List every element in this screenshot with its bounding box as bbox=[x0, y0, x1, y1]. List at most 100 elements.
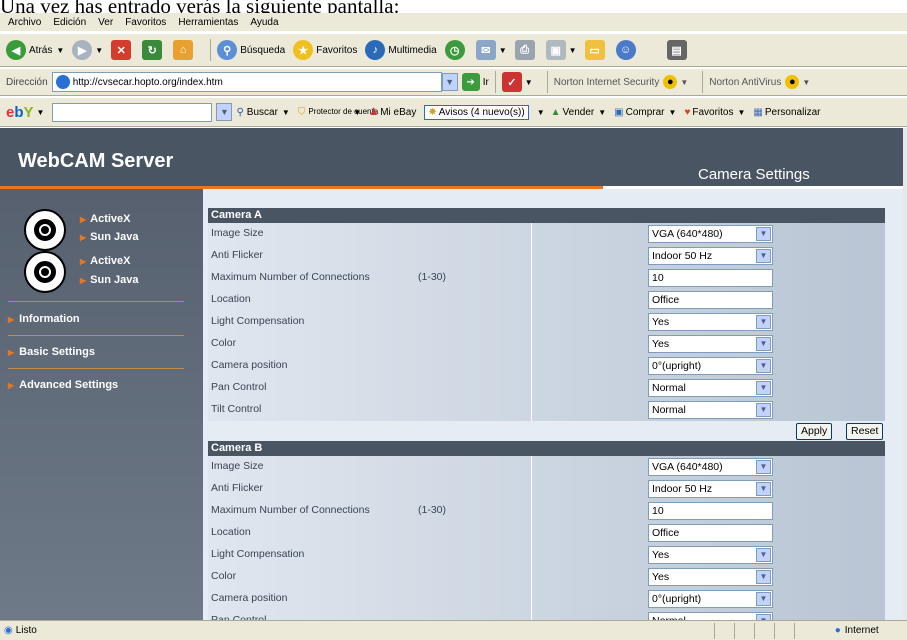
refresh-button[interactable]: ↻ bbox=[142, 40, 165, 60]
chevron-down-icon[interactable]: ▼ bbox=[756, 403, 771, 417]
setting-select[interactable]: Yes ▼ bbox=[648, 335, 773, 353]
protector-button[interactable]: ⛉ Protector de cuenta ▼ bbox=[298, 107, 378, 118]
setting-value: 10 bbox=[652, 272, 664, 284]
setting-select[interactable]: 0°(upright) ▼ bbox=[648, 357, 773, 375]
print-button[interactable]: ⎙ bbox=[514, 40, 538, 60]
chevron-down-icon[interactable]: ▼ bbox=[756, 315, 771, 329]
personalizar-button[interactable]: ▦ Personalizar bbox=[753, 107, 820, 118]
setting-label: Color bbox=[211, 337, 237, 349]
menu-bar: Archivo Edición Ver Favoritos Herramient… bbox=[0, 13, 907, 32]
multimedia-button[interactable]: ♪ Multimedia bbox=[365, 40, 437, 60]
go-arrow-icon: ➔ bbox=[461, 73, 480, 91]
menu-ver[interactable]: Ver bbox=[98, 17, 113, 28]
setting-select[interactable]: Yes ▼ bbox=[648, 568, 773, 586]
setting-label: Location bbox=[211, 293, 251, 305]
sidebar-item-basic-settings[interactable]: ▶ Basic Settings bbox=[8, 346, 95, 358]
back-button[interactable]: ◀ Atrás ▼ bbox=[6, 40, 64, 60]
forward-arrow-icon: ▶ bbox=[72, 40, 93, 60]
setting-select[interactable]: Normal ▼ bbox=[648, 379, 773, 397]
setting-input[interactable]: Office bbox=[648, 524, 773, 542]
setting-input[interactable]: 10 bbox=[648, 502, 773, 520]
chevron-down-icon[interactable]: ▼ bbox=[756, 249, 771, 263]
ebay-search-input[interactable] bbox=[52, 102, 213, 122]
settings-row: Tilt Control Normal ▼ bbox=[208, 399, 885, 421]
edit-button[interactable]: ▣ ▼ bbox=[545, 40, 577, 60]
setting-label: Anti Flicker bbox=[211, 249, 263, 261]
setting-label: Image Size bbox=[211, 227, 264, 239]
menu-ayuda[interactable]: Ayuda bbox=[250, 17, 278, 28]
chevron-down-icon[interactable]: ▼ bbox=[756, 460, 771, 474]
setting-select[interactable]: Normal ▼ bbox=[648, 401, 773, 419]
chevron-down-icon[interactable]: ▼ bbox=[756, 359, 771, 373]
norton-internet-security[interactable]: Norton Internet Security ● ▼ bbox=[554, 75, 688, 89]
avisos-button[interactable]: ✸ Avisos (4 nuevo(s)) bbox=[424, 104, 529, 120]
address-input[interactable]: http://cvsecar.hopto.org/index.htm bbox=[51, 72, 442, 92]
apply-button[interactable]: Apply bbox=[796, 423, 833, 440]
setting-select[interactable]: VGA (640*480) ▼ bbox=[648, 458, 773, 476]
camera2-sunjava-link[interactable]: ▶ Sun Java bbox=[80, 274, 138, 286]
sidebar-item-information[interactable]: ▶ Information bbox=[8, 313, 80, 325]
reset-button[interactable]: Reset bbox=[846, 423, 884, 440]
forward-button[interactable]: ▶ ▼ bbox=[72, 40, 103, 60]
settings-row: Color Yes ▼ bbox=[208, 333, 885, 355]
ebay-search-dropdown[interactable]: ▼ bbox=[216, 103, 233, 121]
chevron-down-icon[interactable]: ▼ bbox=[756, 337, 771, 351]
history-button[interactable]: ◷ bbox=[444, 40, 468, 60]
folder-button[interactable]: ▭ bbox=[584, 40, 608, 60]
setting-select[interactable]: Yes ▼ bbox=[648, 313, 773, 331]
status-bar: ◉ Listo ● Internet bbox=[0, 620, 907, 640]
search-button[interactable]: ⚲ Búsqueda bbox=[217, 40, 285, 60]
camera2-activex-link[interactable]: ▶ ActiveX bbox=[80, 255, 131, 267]
setting-value: Normal bbox=[652, 404, 686, 416]
setting-select[interactable]: 0°(upright) ▼ bbox=[648, 590, 773, 608]
menu-archivo[interactable]: Archivo bbox=[8, 17, 41, 28]
research-icon: ▤ bbox=[666, 40, 687, 60]
setting-value: Normal bbox=[652, 382, 686, 394]
ebay-buscar-button[interactable]: ⚲ Buscar ▼ bbox=[236, 107, 289, 118]
chevron-down-icon[interactable]: ▼ bbox=[756, 227, 771, 241]
setting-input[interactable]: 10 bbox=[648, 269, 773, 287]
setting-value: Office bbox=[652, 294, 680, 306]
setting-select[interactable]: Normal▼ bbox=[648, 612, 773, 620]
comprar-button[interactable]: ▣ Comprar ▼ bbox=[614, 107, 676, 118]
chevron-down-icon[interactable]: ▼ bbox=[756, 381, 771, 395]
home-button[interactable]: ⌂ bbox=[173, 40, 196, 60]
sidebar-divider bbox=[8, 368, 184, 369]
ebay-logo[interactable]: ebY bbox=[6, 104, 34, 121]
sidebar-item-advanced-settings[interactable]: ▶ Advanced Settings bbox=[8, 379, 118, 391]
setting-value: Yes bbox=[652, 571, 670, 583]
setting-input[interactable]: Office bbox=[648, 291, 773, 309]
norton-shield-button[interactable]: ✓ ▼ bbox=[501, 72, 533, 92]
column-divider bbox=[531, 311, 532, 333]
messenger-button[interactable]: ☺ bbox=[615, 40, 639, 60]
menu-edicion[interactable]: Edición bbox=[53, 17, 86, 28]
setting-select[interactable]: Indoor 50 Hz ▼ bbox=[648, 247, 773, 265]
camera1-activex-link[interactable]: ▶ ActiveX bbox=[80, 213, 131, 225]
menu-favoritos[interactable]: Favoritos bbox=[125, 17, 166, 28]
setting-select[interactable]: Yes ▼ bbox=[648, 546, 773, 564]
chevron-down-icon[interactable]: ▼ bbox=[756, 592, 771, 606]
setting-range: (1-30) bbox=[418, 504, 447, 516]
settings-row: Camera position 0°(upright) ▼ bbox=[208, 588, 885, 610]
setting-value: Indoor 50 Hz bbox=[652, 483, 713, 495]
vertical-scrollbar[interactable] bbox=[903, 128, 907, 620]
favorites-button[interactable]: ★ Favoritos bbox=[293, 40, 357, 60]
go-button[interactable]: ➔ Ir bbox=[461, 73, 489, 91]
stop-button[interactable]: ✕ bbox=[111, 40, 134, 60]
setting-value: Yes bbox=[652, 338, 670, 350]
chevron-down-icon[interactable]: ▼ bbox=[756, 482, 771, 496]
chevron-down-icon[interactable]: ▼ bbox=[756, 548, 771, 562]
mail-button[interactable]: ✉ ▼ bbox=[475, 40, 507, 60]
chevron-down-icon[interactable]: ▼ bbox=[756, 570, 771, 584]
setting-select[interactable]: VGA (640*480) ▼ bbox=[648, 225, 773, 243]
setting-select[interactable]: Indoor 50 Hz ▼ bbox=[648, 480, 773, 498]
research-button[interactable]: ▤ bbox=[666, 40, 690, 60]
address-dropdown[interactable]: ▼ bbox=[441, 73, 458, 91]
ebay-favoritos-button[interactable]: ♥ Favoritos ▼ bbox=[684, 107, 745, 118]
mi-ebay-button[interactable]: ♟ Mi eBay bbox=[369, 107, 416, 118]
camera-a-section: Camera A Image Size VGA (640*480) ▼ Anti Fl… bbox=[208, 208, 885, 620]
menu-herramientas[interactable]: Herramientas bbox=[178, 17, 238, 28]
vender-button[interactable]: ▲ Vender ▼ bbox=[551, 107, 607, 118]
norton-antivirus[interactable]: Norton AntiVirus ● ▼ bbox=[709, 75, 810, 89]
camera1-sunjava-link[interactable]: ▶ Sun Java bbox=[80, 231, 138, 243]
